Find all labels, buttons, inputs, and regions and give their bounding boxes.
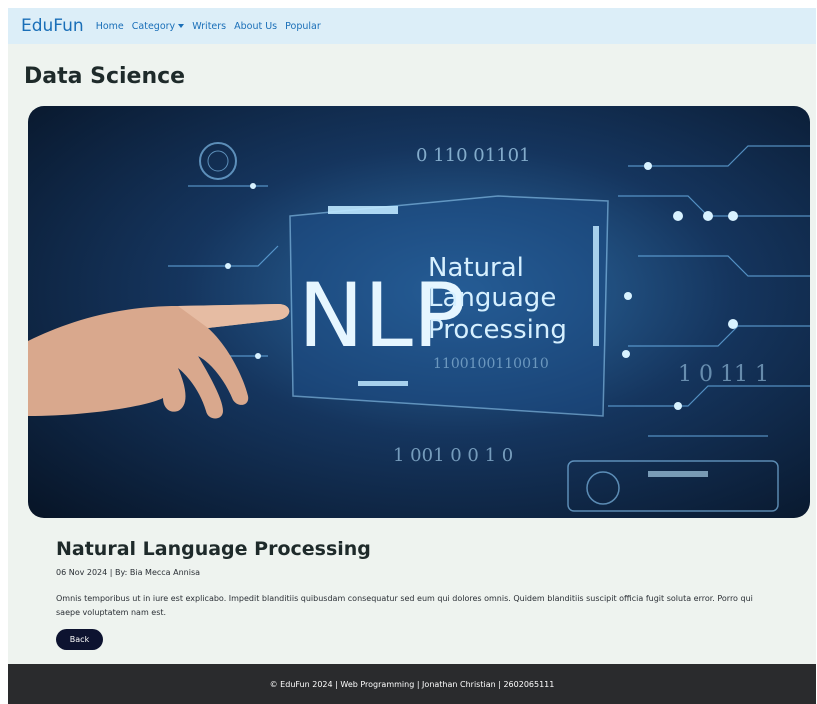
side-digits-text: 1 0 11 1 [678, 362, 769, 387]
nav-about-us[interactable]: About Us [234, 21, 277, 32]
nav-popular[interactable]: Popular [285, 21, 321, 32]
hud-panel-bottom-right [567, 460, 779, 512]
hand-illustration [28, 304, 290, 419]
article-body: Omnis temporibus ut in iure est explicab… [56, 594, 753, 617]
page: EduFun Home Category Writers About Us Po… [8, 8, 816, 704]
footer-text: © EduFun 2024 | Web Programming | Jonath… [269, 679, 555, 689]
nav-category-dropdown[interactable]: Category [131, 20, 185, 32]
article-title: Natural Language Processing [56, 538, 371, 560]
back-button[interactable]: Back [56, 629, 103, 650]
nav-category-label: Category [131, 20, 176, 32]
processing-text: Processing [428, 315, 567, 345]
binary-bottom-text: 1 001 0 0 1 0 [393, 445, 513, 466]
nav-home[interactable]: Home [96, 21, 124, 32]
article-meta: 06 Nov 2024 | By: Bia Mecca Annisa [56, 568, 201, 577]
brand-logo[interactable]: EduFun [21, 16, 84, 36]
hero-image: NLP Natural Language Processing 0 110 01… [28, 106, 810, 518]
nav-writers[interactable]: Writers [192, 21, 226, 32]
page-title: Data Science [24, 64, 186, 89]
natural-text: Natural [428, 253, 524, 283]
binary-mid-text: 1100100110010 [433, 356, 549, 372]
hud-circle-left [199, 142, 237, 180]
binary-top-text: 0 110 01101 [416, 145, 531, 166]
navbar: EduFun Home Category Writers About Us Po… [8, 8, 816, 44]
language-text: Language [428, 283, 556, 313]
caret-down-icon [178, 24, 185, 28]
footer: © EduFun 2024 | Web Programming | Jonath… [8, 664, 816, 704]
hero-illustration: NLP Natural Language Processing 0 110 01… [28, 142, 810, 512]
